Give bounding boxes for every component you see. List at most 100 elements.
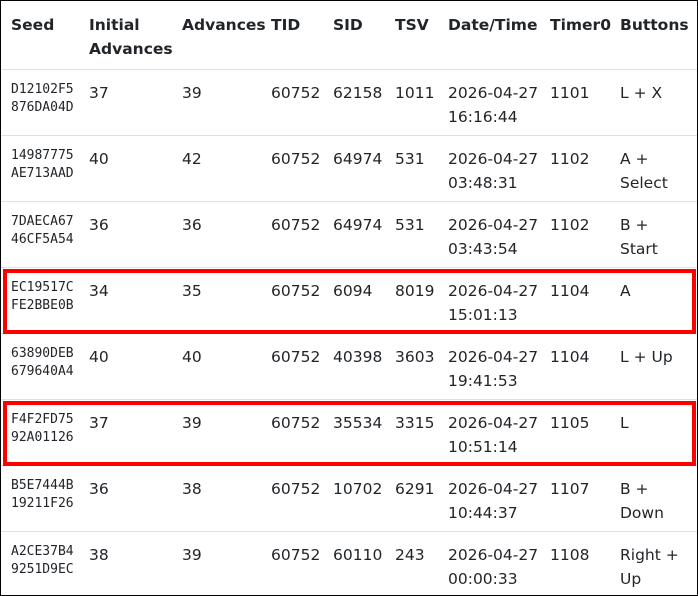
table-row[interactable]: 7DAECA67 46CF5A54 36 36 60752 64974 531 2026-04… [1,201,697,268]
cell-initial-advances: 36 [89,201,182,268]
buttons-text: A + [620,150,649,168]
cell-datetime: 2026-04-27 10:51:14 [448,399,550,466]
cell-buttons: B + Start [620,201,697,268]
cell-advances: 39 [182,69,271,136]
cell-time: 00:00:33 [448,570,518,588]
column-header-buttons[interactable]: Buttons [620,1,697,70]
column-header-initial-advances[interactable]: Initial Advances [89,1,182,70]
cell-timer0: 1104 [550,333,620,400]
cell-timer0: 1102 [550,201,620,268]
buttons-text: Right + [620,546,679,564]
seed-text: 679640A4 [11,363,74,379]
cell-tsv: 1011 [395,69,448,136]
cell-datetime: 2026-04-27 03:43:54 [448,201,550,268]
cell-sid: 35534 [333,399,395,466]
seed-text: FE2BBE0B [11,297,74,313]
seed-text: 92A01126 [11,429,74,445]
cell-initial-advances: 40 [89,135,182,202]
cell-seed: 7DAECA67 46CF5A54 [1,201,89,268]
seed-text: 46CF5A54 [11,231,74,247]
buttons-text: Up [620,570,642,588]
cell-advances: 42 [182,135,271,202]
cell-datetime: 2026-04-27 15:01:13 [448,267,550,334]
column-header-label: Advances [89,40,173,58]
cell-time: 10:44:37 [448,504,518,522]
cell-tid: 60752 [271,135,333,202]
column-header-advances[interactable]: Advances [182,1,271,70]
column-header-label: TID [271,16,301,34]
seed-text: F4F2FD75 [11,412,74,427]
table-row[interactable]: D12102F5 876DA04D 37 39 60752 62158 1011 2026-0… [1,69,697,136]
seed-text: AE713AAD [11,165,74,181]
column-header-label: Advances [182,16,266,34]
seed-text: 876DA04D [11,99,74,115]
table-row[interactable]: 14987775 AE713AAD 40 42 60752 64974 531 2026-04… [1,135,697,202]
cell-date: 2026-04-27 [448,414,539,432]
seed-text: A2CE37B4 [11,544,74,559]
cell-time: 15:01:13 [448,306,518,324]
column-header-label: Seed [11,16,55,34]
cell-tid: 60752 [271,69,333,136]
cell-buttons: Right + Up [620,531,697,595]
table-row[interactable]: EC19517C FE2BBE0B 34 35 60752 6094 8019 2026-04… [1,267,697,334]
cell-timer0: 1104 [550,267,620,334]
results-table: Seed Initial Advances Advances TID SID TSV Date… [1,1,697,595]
cell-advances: 36 [182,201,271,268]
seed-text: 9251D9EC [11,561,74,577]
cell-buttons: L [620,399,697,466]
column-header-seed[interactable]: Seed [1,1,89,70]
buttons-text: A [620,282,631,300]
cell-timer0: 1105 [550,399,620,466]
seed-text: 63890DEB [11,346,74,361]
buttons-text: Start [620,240,658,258]
table-row[interactable]: F4F2FD75 92A01126 37 39 60752 35534 3315 2026-0… [1,399,697,466]
cell-timer0: 1102 [550,135,620,202]
cell-time: 10:51:14 [448,438,518,456]
buttons-text: B + [620,480,649,498]
cell-sid: 64974 [333,201,395,268]
cell-seed: 14987775 AE713AAD [1,135,89,202]
cell-initial-advances: 38 [89,531,182,595]
table-row[interactable]: 63890DEB 679640A4 40 40 60752 40398 3603 2026-0… [1,333,697,400]
cell-datetime: 2026-04-27 16:16:44 [448,69,550,136]
buttons-text: Down [620,504,664,522]
table-header-row: Seed Initial Advances Advances TID SID TSV Date… [1,1,697,70]
cell-initial-advances: 37 [89,69,182,136]
cell-tid: 60752 [271,267,333,334]
cell-date: 2026-04-27 [448,480,539,498]
cell-initial-advances: 37 [89,399,182,466]
cell-seed: D12102F5 876DA04D [1,69,89,136]
cell-tsv: 531 [395,135,448,202]
cell-tsv: 8019 [395,267,448,334]
cell-timer0: 1107 [550,465,620,532]
cell-sid: 10702 [333,465,395,532]
cell-initial-advances: 36 [89,465,182,532]
cell-advances: 35 [182,267,271,334]
cell-advances: 38 [182,465,271,532]
cell-sid: 40398 [333,333,395,400]
cell-seed: EC19517C FE2BBE0B [1,267,89,334]
column-header-datetime[interactable]: Date/Time [448,1,550,70]
cell-datetime: 2026-04-27 10:44:37 [448,465,550,532]
cell-date: 2026-04-27 [448,150,539,168]
buttons-text: Select [620,174,668,192]
column-header-label: Initial [89,16,140,34]
table-row[interactable]: B5E7444B 19211F26 36 38 60752 10702 6291 2026-0… [1,465,697,532]
column-header-sid[interactable]: SID [333,1,395,70]
column-header-tid[interactable]: TID [271,1,333,70]
cell-seed: A2CE37B4 9251D9EC [1,531,89,595]
cell-timer0: 1101 [550,69,620,136]
cell-timer0: 1108 [550,531,620,595]
cell-sid: 60110 [333,531,395,595]
column-header-label: Buttons [620,16,689,34]
column-header-tsv[interactable]: TSV [395,1,448,70]
cell-advances: 39 [182,531,271,595]
cell-datetime: 2026-04-27 03:48:31 [448,135,550,202]
buttons-text: B + [620,216,649,234]
cell-buttons: B + Down [620,465,697,532]
column-header-timer0[interactable]: Timer0 [550,1,620,70]
cell-seed: 63890DEB 679640A4 [1,333,89,400]
column-header-label: Date/Time [448,16,538,34]
table-row[interactable]: A2CE37B4 9251D9EC 38 39 60752 60110 243 2026-04… [1,531,697,595]
seed-text: B5E7444B [11,478,74,493]
